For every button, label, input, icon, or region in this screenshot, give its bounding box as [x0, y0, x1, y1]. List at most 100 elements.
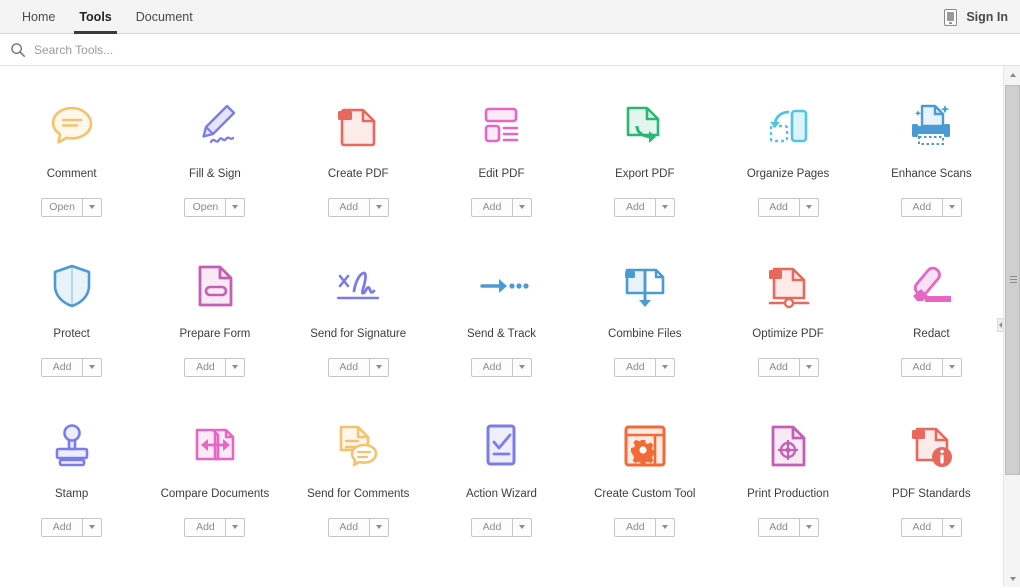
nav-tab-home[interactable]: Home [10, 0, 67, 34]
chevron-down-icon[interactable] [513, 359, 531, 376]
scroll-up-arrow[interactable] [1004, 66, 1020, 83]
tool-action-button[interactable]: Add [328, 358, 389, 377]
signature-x-icon[interactable] [330, 258, 386, 314]
comment-bubble-icon[interactable] [44, 98, 100, 154]
partial-row-icon-3[interactable] [330, 578, 386, 587]
tool-action-button[interactable]: Add [758, 518, 819, 537]
tool-card-export-pdf[interactable]: Export PDFAdd [573, 88, 716, 248]
tool-action-button[interactable]: Add [41, 358, 102, 377]
tool-action-button[interactable]: Add [471, 358, 532, 377]
tool-action-label[interactable]: Add [185, 519, 226, 536]
partial-row-icon-5[interactable] [617, 578, 673, 587]
tool-action-label[interactable]: Open [42, 199, 83, 216]
tool-action-label[interactable]: Add [902, 199, 943, 216]
tool-card-create-custom-tool[interactable]: Create Custom ToolAdd [573, 408, 716, 568]
chevron-down-icon[interactable] [656, 199, 674, 216]
tool-action-button[interactable]: Add [471, 518, 532, 537]
tool-action-button[interactable]: Add [614, 198, 675, 217]
chevron-down-icon[interactable] [943, 359, 961, 376]
pdf-standards-info-icon[interactable] [903, 418, 959, 474]
tool-card-combine-files[interactable]: Combine FilesAdd [573, 248, 716, 408]
chevron-down-icon[interactable] [513, 199, 531, 216]
tool-card-stamp[interactable]: StampAdd [0, 408, 143, 568]
combine-files-icon[interactable] [617, 258, 673, 314]
chevron-down-icon[interactable] [370, 359, 388, 376]
send-track-arrow-icon[interactable] [473, 258, 529, 314]
redact-marker-icon[interactable] [903, 258, 959, 314]
chevron-down-icon[interactable] [226, 519, 244, 536]
tool-action-label[interactable]: Add [42, 359, 83, 376]
tool-action-button[interactable]: Add [614, 358, 675, 377]
tool-card-protect[interactable]: ProtectAdd [0, 248, 143, 408]
tool-action-button[interactable]: Add [184, 518, 245, 537]
tool-card-compare-documents[interactable]: Compare DocumentsAdd [143, 408, 286, 568]
partial-row-icon-2[interactable] [187, 578, 243, 587]
chevron-down-icon[interactable] [83, 519, 101, 536]
tool-action-button[interactable]: Add [901, 518, 962, 537]
chevron-down-icon[interactable] [83, 199, 101, 216]
tool-action-label[interactable]: Add [472, 199, 513, 216]
print-production-icon[interactable] [760, 418, 816, 474]
tool-card-enhance-scans[interactable]: Enhance ScansAdd [860, 88, 1003, 248]
chevron-down-icon[interactable] [800, 519, 818, 536]
vertical-scrollbar[interactable] [1003, 66, 1020, 587]
tool-card-partial-27[interactable] [716, 568, 859, 587]
tool-card-partial-22[interactable] [0, 568, 143, 587]
create-pdf-icon[interactable] [330, 98, 386, 154]
tool-card-send-for-signature[interactable]: Send for SignatureAdd [287, 248, 430, 408]
tool-action-label[interactable]: Add [329, 519, 370, 536]
tool-card-fill-sign[interactable]: Fill & SignOpen [143, 88, 286, 248]
pen-signature-icon[interactable] [187, 98, 243, 154]
tool-action-button[interactable]: Add [328, 198, 389, 217]
tool-card-pdf-standards[interactable]: PDF StandardsAdd [860, 408, 1003, 568]
tool-action-button[interactable]: Add [328, 518, 389, 537]
tool-card-partial-25[interactable] [430, 568, 573, 587]
tool-action-button[interactable]: Add [901, 198, 962, 217]
tool-action-label[interactable]: Add [615, 199, 656, 216]
tool-card-partial-23[interactable] [143, 568, 286, 587]
shield-icon[interactable] [44, 258, 100, 314]
sign-in-button[interactable]: Sign In [966, 10, 1008, 24]
tool-card-comment[interactable]: CommentOpen [0, 88, 143, 248]
tool-action-label[interactable]: Add [759, 199, 800, 216]
chevron-down-icon[interactable] [513, 519, 531, 536]
optimize-pdf-icon[interactable] [760, 258, 816, 314]
nav-tab-tools[interactable]: Tools [67, 0, 123, 34]
tool-action-label[interactable]: Add [472, 359, 513, 376]
tool-action-label[interactable]: Add [472, 519, 513, 536]
scroll-down-arrow[interactable] [1004, 570, 1020, 587]
tool-action-label[interactable]: Add [902, 519, 943, 536]
organize-pages-icon[interactable] [760, 98, 816, 154]
tool-card-send-for-comments[interactable]: Send for CommentsAdd [287, 408, 430, 568]
tool-card-optimize-pdf[interactable]: Optimize PDFAdd [716, 248, 859, 408]
chevron-down-icon[interactable] [800, 359, 818, 376]
chevron-down-icon[interactable] [226, 199, 244, 216]
partial-row-icon-6[interactable] [760, 578, 816, 587]
tool-card-action-wizard[interactable]: Action WizardAdd [430, 408, 573, 568]
partial-row-icon-1[interactable] [44, 578, 100, 587]
tool-action-button[interactable]: Open [41, 198, 102, 217]
enhance-scans-icon[interactable] [903, 98, 959, 154]
tool-card-edit-pdf[interactable]: Edit PDFAdd [430, 88, 573, 248]
tool-action-button[interactable]: Add [758, 358, 819, 377]
tool-action-button[interactable]: Add [471, 198, 532, 217]
tool-action-label[interactable]: Add [329, 359, 370, 376]
tool-action-button[interactable]: Add [41, 518, 102, 537]
chevron-down-icon[interactable] [943, 519, 961, 536]
tool-card-partial-24[interactable] [287, 568, 430, 587]
tool-action-label[interactable]: Add [902, 359, 943, 376]
tool-action-label[interactable]: Add [759, 519, 800, 536]
chevron-down-icon[interactable] [943, 199, 961, 216]
partial-row-icon-4[interactable] [473, 578, 529, 587]
chevron-down-icon[interactable] [226, 359, 244, 376]
chevron-down-icon[interactable] [656, 519, 674, 536]
compare-documents-icon[interactable] [187, 418, 243, 474]
stamp-icon[interactable] [44, 418, 100, 474]
custom-tool-gear-icon[interactable] [617, 418, 673, 474]
tool-card-partial-28[interactable] [860, 568, 1003, 587]
chevron-down-icon[interactable] [656, 359, 674, 376]
tool-action-label[interactable]: Add [615, 519, 656, 536]
chevron-down-icon[interactable] [800, 199, 818, 216]
chevron-down-icon[interactable] [370, 199, 388, 216]
export-pdf-arrow-icon[interactable] [617, 98, 673, 154]
